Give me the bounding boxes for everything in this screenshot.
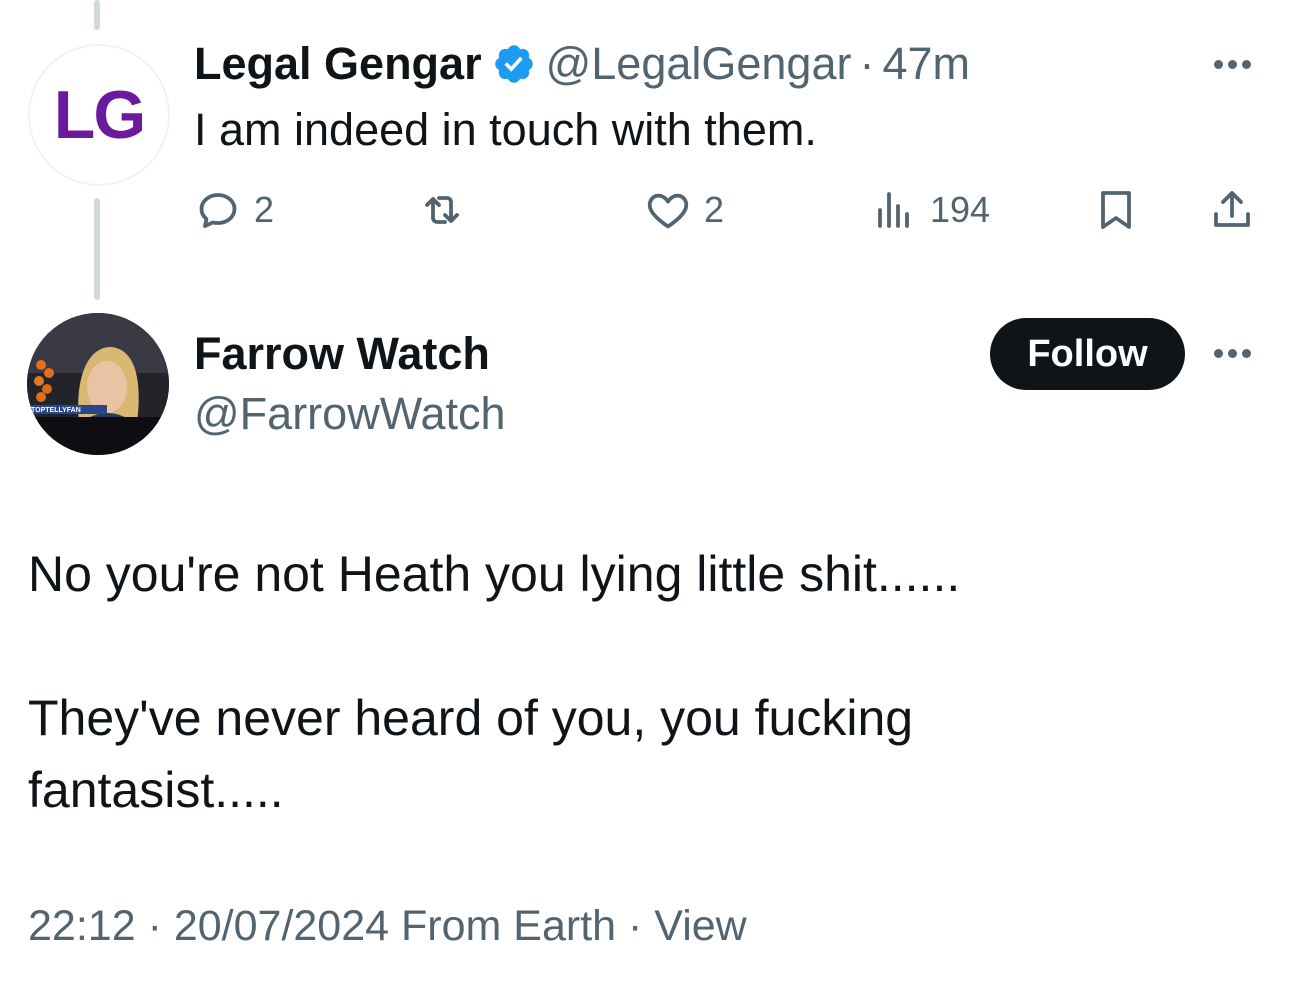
follow-button[interactable]: Follow bbox=[990, 318, 1185, 390]
retweet-button[interactable] bbox=[418, 182, 478, 238]
views-count: 194 bbox=[930, 189, 991, 230]
views-button[interactable]: 194 bbox=[870, 182, 990, 238]
author-handle[interactable]: @FarrowWatch bbox=[194, 388, 506, 440]
avatar-photo: TOPTELLYFAN bbox=[27, 313, 169, 455]
heart-icon bbox=[647, 193, 689, 229]
view-link[interactable]: View bbox=[654, 902, 746, 950]
separator-dot: · bbox=[859, 38, 875, 89]
reply-count: 2 bbox=[254, 189, 275, 230]
bookmark-button[interactable] bbox=[1092, 182, 1140, 238]
like-button[interactable]: 2 bbox=[644, 182, 724, 238]
tweet-paragraph: They've never heard of you, you fucking … bbox=[28, 690, 927, 818]
retweet-icon bbox=[425, 196, 459, 224]
tweet-time[interactable]: 22:12 bbox=[28, 902, 136, 950]
separator-dot: · bbox=[628, 902, 643, 950]
share-button[interactable] bbox=[1208, 182, 1256, 238]
more-options-icon[interactable] bbox=[1214, 60, 1251, 69]
author-name[interactable]: Farrow Watch bbox=[194, 328, 490, 380]
verified-badge-icon[interactable] bbox=[492, 42, 536, 86]
reply-icon bbox=[199, 193, 237, 228]
author-handle[interactable]: @LegalGengar bbox=[546, 38, 852, 90]
separator-dot: · bbox=[147, 902, 162, 950]
tweet-source: From Earth bbox=[401, 902, 617, 950]
tweet-meta: 22:12 · 20/07/2024 From Earth · View bbox=[28, 902, 747, 951]
views-chart-icon bbox=[878, 192, 909, 228]
like-count: 2 bbox=[704, 189, 725, 230]
tweet-date[interactable]: 20/07/2024 bbox=[174, 902, 389, 950]
tweet1-header: Legal Gengar @LegalGengar · 47m bbox=[194, 38, 970, 90]
tweet1-action-bar: 2 2 194 bbox=[0, 182, 1290, 242]
tweet1-text: I am indeed in touch with them. bbox=[194, 104, 817, 155]
bookmark-icon bbox=[1101, 191, 1131, 229]
author-name[interactable]: Legal Gengar bbox=[194, 38, 482, 90]
tweet-time[interactable]: 47m bbox=[882, 38, 970, 90]
tweet-paragraph: No you're not Heath you lying little shi… bbox=[28, 546, 961, 602]
thread-line-top bbox=[94, 0, 100, 30]
avatar-legal-gengar[interactable]: LG bbox=[28, 44, 170, 186]
more-options-icon[interactable] bbox=[1214, 349, 1251, 358]
reply-button[interactable]: 2 bbox=[194, 182, 274, 238]
avatar-caption: TOPTELLYFAN bbox=[31, 407, 81, 414]
share-icon bbox=[1214, 191, 1250, 227]
avatar-farrow-watch[interactable]: TOPTELLYFAN bbox=[27, 313, 169, 455]
tweet2-text: No you're not Heath you lying little shi… bbox=[28, 538, 1248, 826]
avatar-logo-text: LG bbox=[53, 77, 146, 153]
